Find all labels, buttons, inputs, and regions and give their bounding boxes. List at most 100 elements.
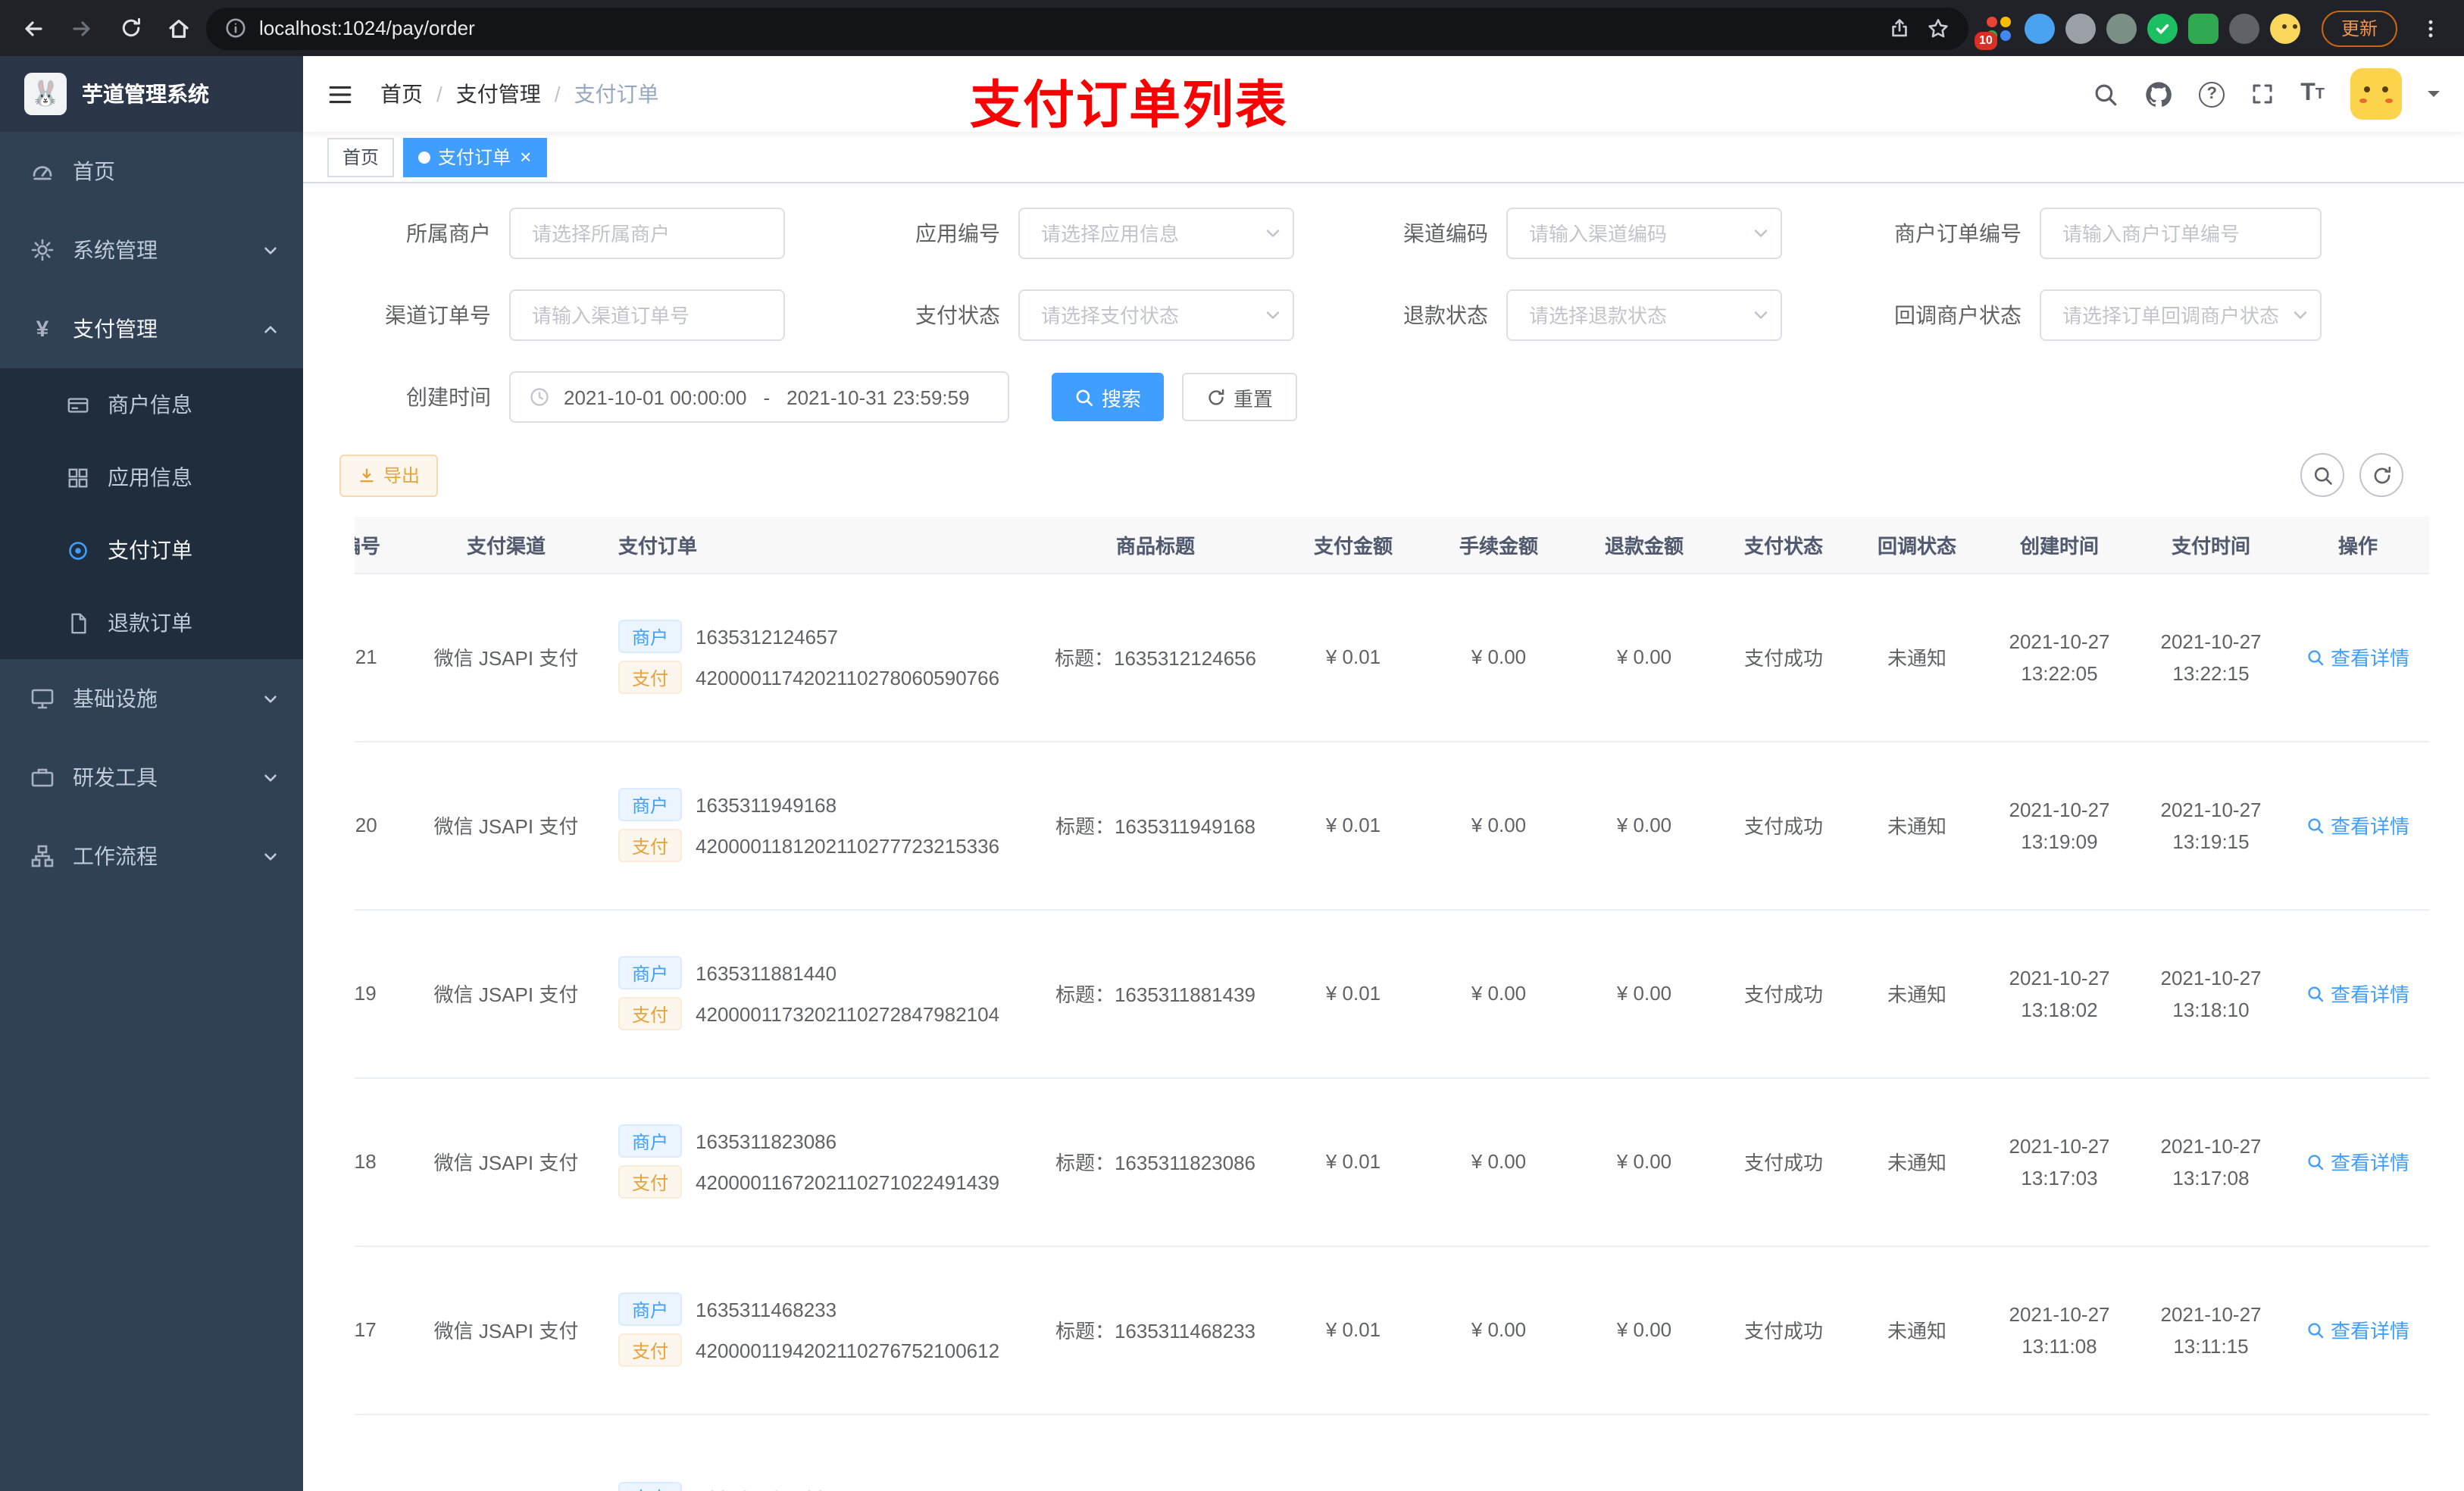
col-notify: 回调状态 xyxy=(1850,517,1984,574)
app-select[interactable] xyxy=(1018,208,1294,259)
site-info-icon[interactable] xyxy=(224,17,247,39)
channel-order-no-field[interactable] xyxy=(509,289,785,341)
cell-channel: 微信 JSAPI 支付 xyxy=(421,741,591,910)
share-icon[interactable] xyxy=(1888,17,1911,39)
fullscreen-icon[interactable] xyxy=(2250,82,2275,106)
tab-pay-order[interactable]: 支付订单 × xyxy=(403,137,547,177)
sidebar-item-workflow[interactable]: 工作流程 xyxy=(0,817,303,896)
cell-fee: ¥ 0.00 xyxy=(1426,573,1571,742)
sidebar-item-refund-order[interactable]: 退款订单 xyxy=(0,586,303,659)
sidebar-item-system[interactable]: 系统管理 xyxy=(0,211,303,289)
channel-code-select[interactable] xyxy=(1506,208,1782,259)
channel-order-no-input[interactable] xyxy=(509,289,785,341)
caret-down-icon[interactable] xyxy=(2428,91,2440,103)
font-size-icon[interactable]: TT xyxy=(2300,81,2325,106)
header-search-icon[interactable] xyxy=(2093,81,2118,107)
logo-image: 🐰 xyxy=(24,73,67,115)
sidebar-item-payment[interactable]: ¥ 支付管理 xyxy=(0,289,303,368)
table-row: 119 微信 JSAPI 支付 商户 1635311881440 支付 420000… xyxy=(355,909,2429,1078)
extension-green-circle-icon[interactable] xyxy=(2106,13,2137,43)
merchant-order-no: 1635311881440 xyxy=(696,961,837,984)
extension-puzzle-icon[interactable] xyxy=(2228,13,2259,43)
cell-status: 支付成功 xyxy=(1717,1077,1850,1246)
cell-pay-time: 2021-10-27 13:22:15 xyxy=(2135,573,2287,742)
merchant-select-input[interactable] xyxy=(509,208,785,259)
merchant-order-no-input[interactable] xyxy=(2040,208,2322,259)
view-details-link[interactable]: 查看详情 xyxy=(2306,979,2409,1008)
search-button[interactable]: 搜索 xyxy=(1052,373,1165,421)
cell-id: 117 xyxy=(355,1246,421,1414)
date-range-end[interactable]: 2021-10-31 23:59:59 xyxy=(786,386,969,408)
pay-status-select[interactable] xyxy=(1018,289,1294,341)
sidebar-menu: 首页 系统管理 ¥ 支付管理 商户信息 应用信息 支付订单 退款订单 基础设施 … xyxy=(0,132,303,1491)
callback-status-select[interactable] xyxy=(2040,289,2322,341)
view-details-link[interactable]: 查看详情 xyxy=(2306,1315,2409,1344)
url-text[interactable]: localhost:1024/pay/order xyxy=(259,17,1876,39)
clock-icon xyxy=(529,386,550,408)
date-range-start[interactable]: 2021-10-01 00:00:00 xyxy=(564,386,746,408)
table-tools xyxy=(2300,453,2464,497)
reset-button[interactable]: 重置 xyxy=(1182,373,1298,421)
view-details-link[interactable]: 查看详情 xyxy=(2306,811,2409,839)
table-row: 121 微信 JSAPI 支付 商户 1635312124657 支付 420000… xyxy=(355,573,2429,742)
export-button[interactable]: 导出 xyxy=(339,454,439,496)
bookmark-star-icon[interactable] xyxy=(1926,16,1950,40)
extension-grey-icon[interactable] xyxy=(2065,13,2096,43)
address-bar[interactable]: localhost:1024/pay/order xyxy=(206,7,1968,49)
github-icon[interactable] xyxy=(2144,80,2173,108)
sidebar-item-app-info[interactable]: 应用信息 xyxy=(0,441,303,514)
channel-pay-no: 4200001167202110271022491439 xyxy=(696,1171,1000,1193)
cell-notify: 未通知 xyxy=(1850,573,1984,742)
breadcrumb-section[interactable]: 支付管理 xyxy=(456,79,541,109)
screen: localhost:1024/pay/order 10 更新 🐰 芋道管理系统 … xyxy=(0,0,2464,1491)
cell-title: 标题：1635312124656 xyxy=(1030,573,1280,742)
pay-status-input[interactable] xyxy=(1018,289,1294,341)
app-logo[interactable]: 🐰 芋道管理系统 xyxy=(0,56,303,132)
cell-id: 121 xyxy=(355,573,421,742)
browser-home-button[interactable] xyxy=(158,7,200,49)
sidebar-item-pay-order[interactable]: 支付订单 xyxy=(0,514,303,586)
sidebar-toggle-icon[interactable] xyxy=(327,81,353,107)
channel-code-input[interactable] xyxy=(1506,208,1782,259)
chevron-down-icon xyxy=(262,242,279,258)
extension-blue-icon[interactable] xyxy=(2024,13,2055,43)
refresh-table-button[interactable] xyxy=(2359,453,2403,497)
browser-back-button[interactable] xyxy=(12,7,55,49)
tab-home[interactable]: 首页 xyxy=(327,137,395,177)
sidebar-item-dev-tools[interactable]: 研发工具 xyxy=(0,738,303,817)
extension-colordots-icon[interactable]: 10 xyxy=(1974,13,2014,49)
refund-status-select[interactable] xyxy=(1506,289,1782,341)
help-icon[interactable]: ? xyxy=(2199,81,2225,107)
sidebar-item-infrastructure[interactable]: 基础设施 xyxy=(0,659,303,738)
extension-smiley-icon[interactable] xyxy=(2269,13,2300,43)
sidebar-item-home[interactable]: 首页 xyxy=(0,132,303,211)
breadcrumb-home[interactable]: 首页 xyxy=(380,79,423,109)
merchant-order-no: 1635311468233 xyxy=(696,1298,837,1321)
browser-forward-button[interactable] xyxy=(61,7,103,49)
filter-label-callback-status: 回调商户状态 xyxy=(1894,303,2022,327)
col-pay-time: 支付时间 xyxy=(2135,517,2287,574)
app-select-input[interactable] xyxy=(1018,208,1294,259)
cell-title: 标题：1635311881439 xyxy=(1030,909,1280,1078)
browser-menu-icon[interactable] xyxy=(2409,7,2452,49)
cell-title xyxy=(1030,1414,1280,1491)
view-details-link[interactable]: 查看详情 xyxy=(2306,1147,2409,1176)
col-title: 商品标题 xyxy=(1030,517,1280,574)
callback-status-input[interactable] xyxy=(2040,289,2322,341)
cell-channel: 微信 JSAPI 支付 xyxy=(421,1246,591,1414)
close-icon[interactable]: × xyxy=(520,147,531,167)
extension-chat-icon[interactable] xyxy=(2187,13,2219,43)
refund-status-input[interactable] xyxy=(1506,289,1782,341)
cell-amount: ¥ 0.01 xyxy=(1280,909,1426,1078)
extension-check-icon[interactable] xyxy=(2147,13,2178,43)
create-time-range-picker[interactable]: 2021-10-01 00:00:00 - 2021-10-31 23:59:5… xyxy=(509,371,1009,423)
user-avatar[interactable] xyxy=(2350,68,2402,120)
browser-reload-button[interactable] xyxy=(109,7,152,49)
sidebar-item-merchant-info[interactable]: 商户信息 xyxy=(0,368,303,441)
view-details-link[interactable]: 查看详情 xyxy=(2306,642,2409,671)
filter-row-3: 创建时间 2021-10-01 00:00:00 - 2021-10-31 23… xyxy=(333,371,2464,423)
toggle-search-button[interactable] xyxy=(2300,453,2344,497)
browser-update-button[interactable]: 更新 xyxy=(2321,10,2397,46)
merchant-select[interactable] xyxy=(509,208,785,259)
merchant-order-no-field[interactable] xyxy=(2040,208,2322,259)
